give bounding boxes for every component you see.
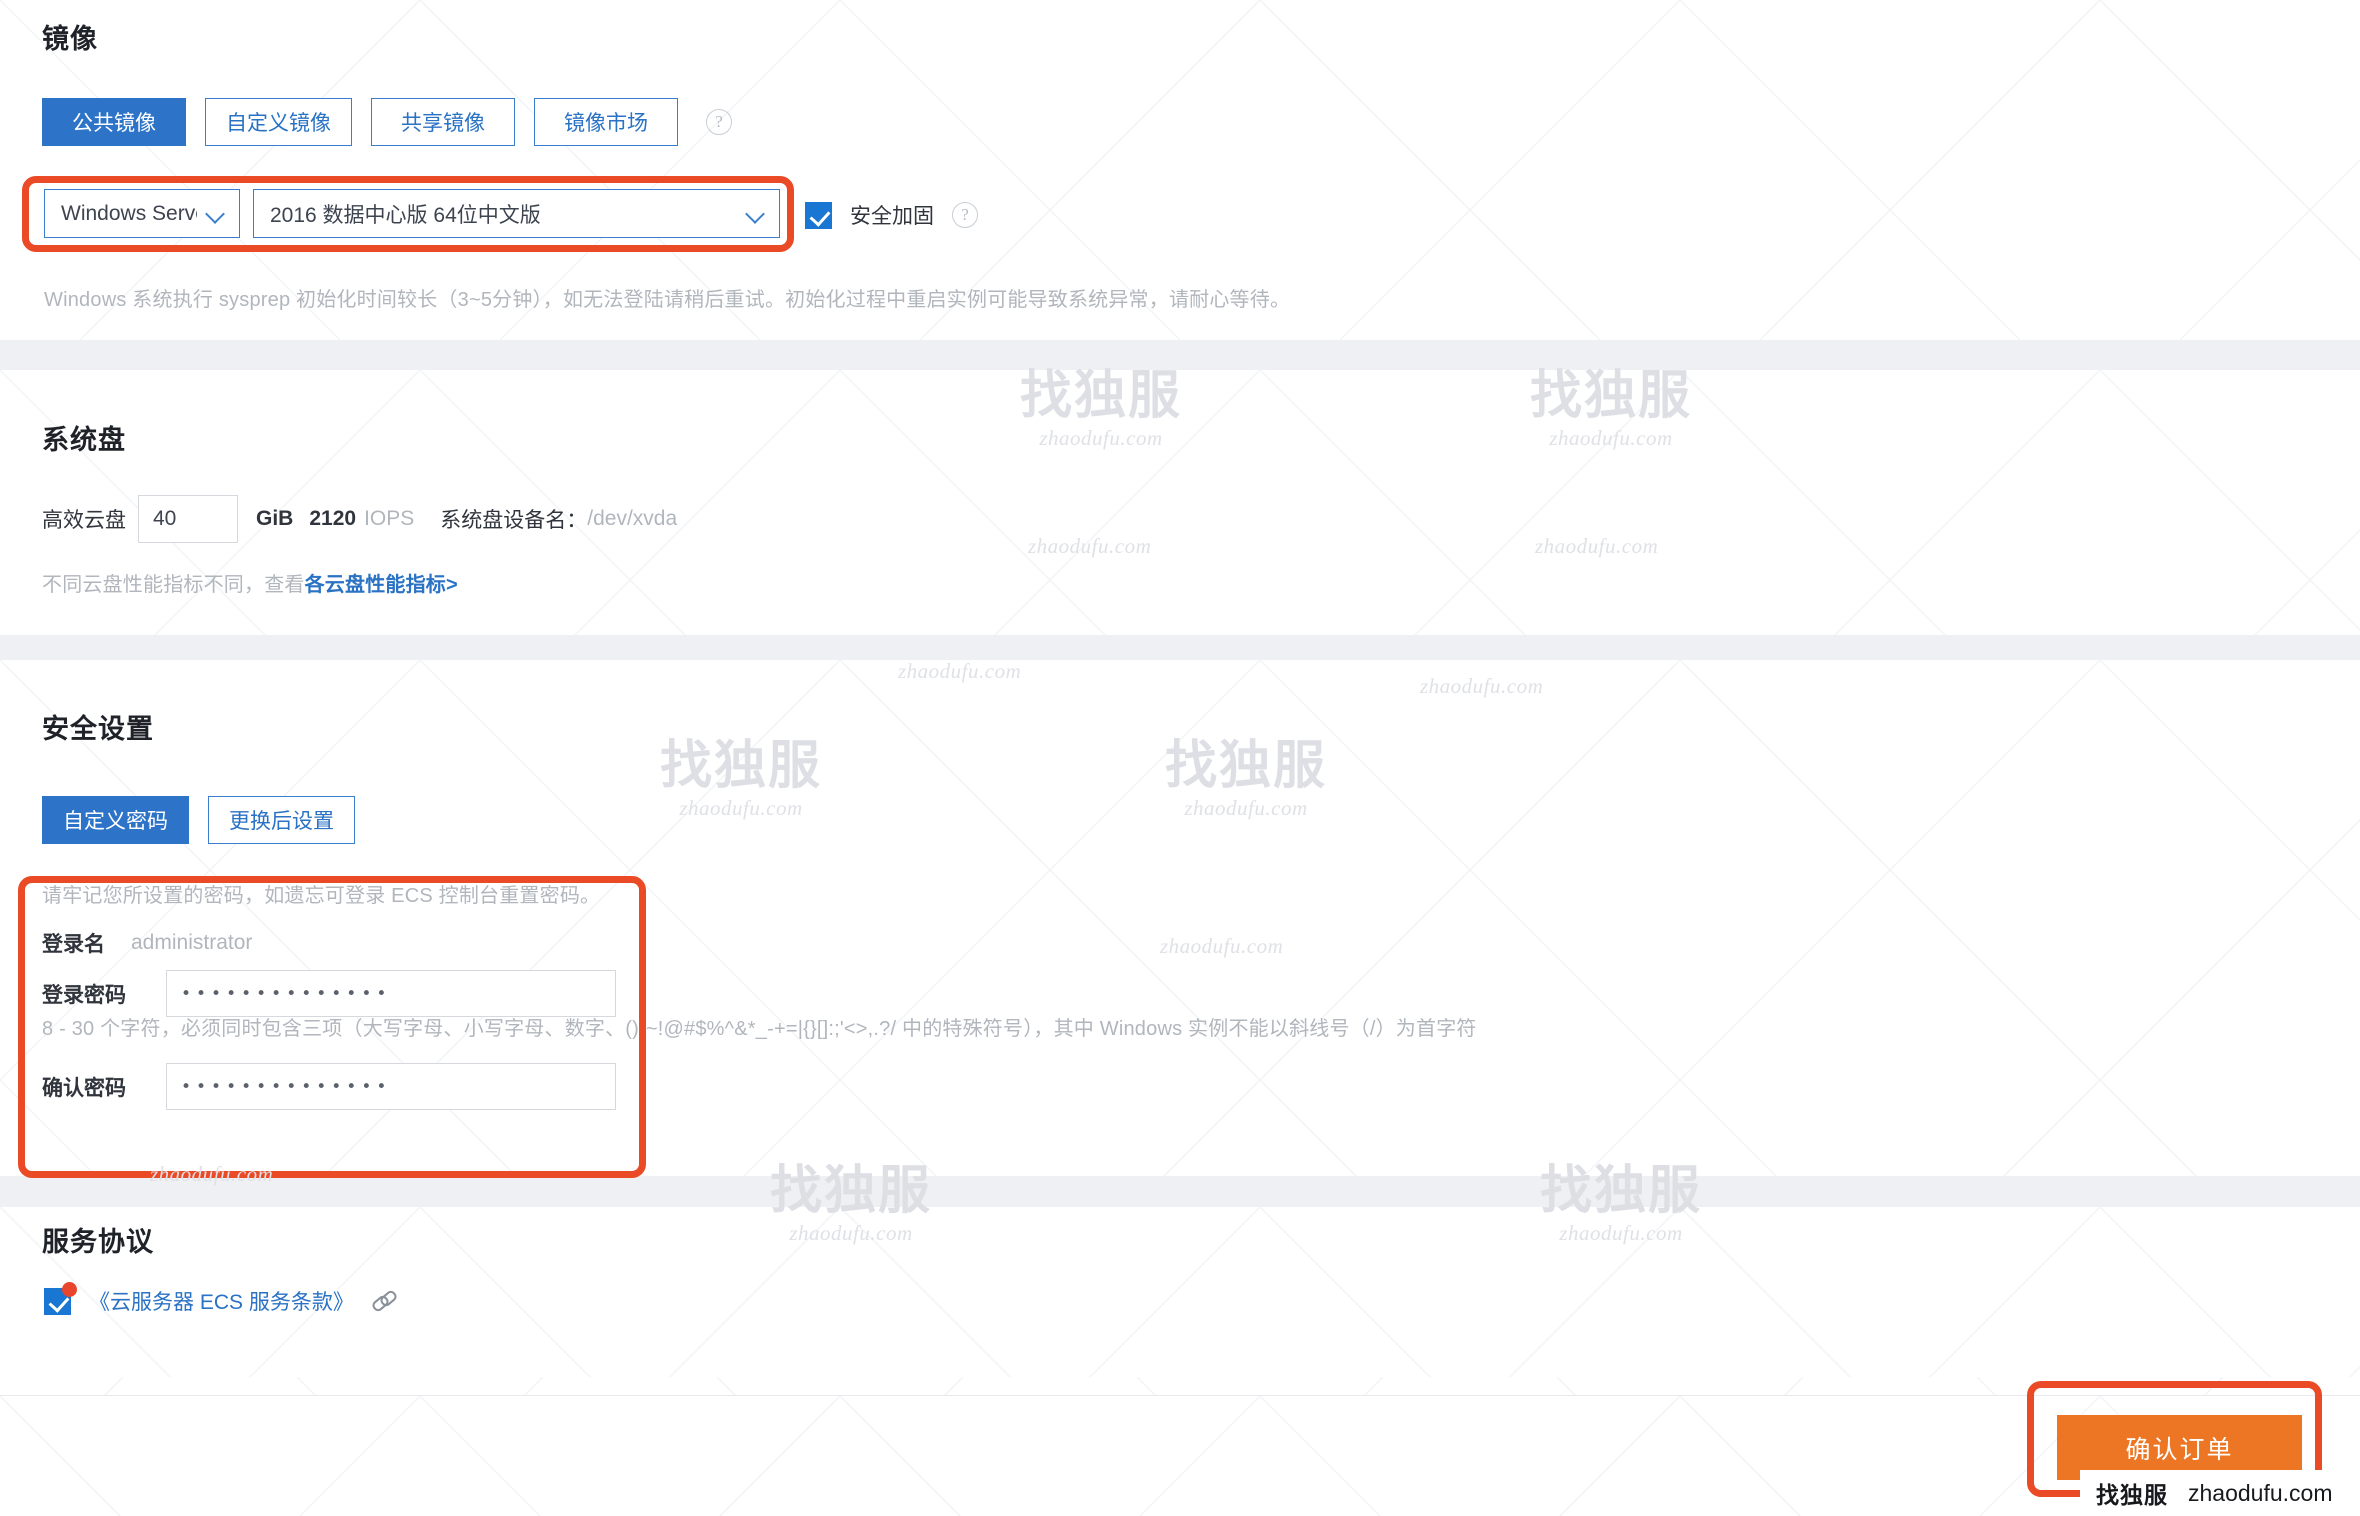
chevron-down-icon bbox=[747, 205, 765, 223]
tab-image-market[interactable]: 镜像市场 bbox=[534, 98, 678, 146]
password-label: 登录密码 bbox=[42, 983, 126, 1007]
password-hint: 8 - 30 个字符，必须同时包含三项（大写字母、小写字母、数字、()`~!@#… bbox=[42, 1018, 1477, 1040]
os-version-value: 2016 数据中心版 64位中文版 bbox=[270, 203, 541, 227]
security-hardening-help-icon[interactable]: ? bbox=[952, 202, 978, 228]
login-name-row: 登录名 administrator bbox=[42, 928, 252, 958]
confirm-password-row: 确认密码 •••••••••••••• bbox=[42, 1063, 616, 1110]
password-row: 登录密码 •••••••••••••• bbox=[42, 970, 616, 1017]
login-name-label: 登录名 bbox=[42, 933, 105, 956]
os-family-value: Windows Server bbox=[61, 201, 197, 225]
site-badge-cn: 找独服 bbox=[2096, 1483, 2168, 1509]
tab-public-image[interactable]: 公共镜像 bbox=[42, 98, 186, 146]
tab-custom-password[interactable]: 自定义密码 bbox=[42, 796, 189, 844]
disk-iops-unit: IOPS bbox=[364, 507, 415, 530]
tab-custom-image[interactable]: 自定义镜像 bbox=[205, 98, 352, 146]
footer-bar bbox=[0, 1395, 2360, 1516]
confirm-password-label: 确认密码 bbox=[42, 1076, 126, 1100]
image-help-icon[interactable]: ? bbox=[706, 109, 732, 135]
image-type-tabs: 公共镜像 自定义镜像 共享镜像 镜像市场 ? bbox=[42, 98, 732, 146]
password-value: •••••••••••••• bbox=[181, 983, 392, 1004]
password-reminder: 请牢记您所设置的密码，如遗忘可登录 ECS 控制台重置密码。 bbox=[42, 885, 601, 907]
background-pattern bbox=[0, 1396, 2360, 1516]
confirm-password-value: •••••••••••••• bbox=[181, 1076, 392, 1097]
security-settings-panel-body: 安全设置 自定义密码 更换后设置 请牢记您所设置的密码，如遗忘可登录 ECS 控… bbox=[0, 660, 2360, 1516]
disk-note-row: 不同云盘性能指标不同，查看 各云盘性能指标> bbox=[42, 568, 458, 597]
disk-device-label: 系统盘设备名： bbox=[440, 509, 588, 532]
security-hardening-checkbox[interactable] bbox=[805, 201, 832, 229]
page-root: 镜像 公共镜像 自定义镜像 共享镜像 镜像市场 ? Windows Server… bbox=[0, 0, 2360, 1516]
security-settings-title: 安全设置 bbox=[42, 714, 154, 744]
service-agreement-panel: 服务协议 《云服务器 ECS 服务条款》 bbox=[0, 1207, 2360, 1377]
system-disk-title: 系统盘 bbox=[42, 425, 126, 455]
os-family-select[interactable]: Windows Server bbox=[44, 189, 240, 238]
password-input[interactable]: •••••••••••••• bbox=[166, 970, 616, 1017]
os-version-select[interactable]: 2016 数据中心版 64位中文版 bbox=[253, 189, 780, 238]
service-agreement-title: 服务协议 bbox=[42, 1227, 154, 1257]
service-agreement-checkbox[interactable] bbox=[44, 1281, 77, 1315]
site-badge: 找独服 zhaodufu.com bbox=[2080, 1470, 2360, 1516]
login-name-value: administrator bbox=[131, 931, 253, 954]
tab-set-after-change[interactable]: 更换后设置 bbox=[208, 796, 355, 844]
site-badge-en: zhaodufu.com bbox=[2188, 1479, 2333, 1506]
link-icon[interactable] bbox=[372, 1289, 396, 1313]
tab-shared-image[interactable]: 共享镜像 bbox=[371, 98, 515, 146]
password-mode-tabs: 自定义密码 更换后设置 bbox=[42, 796, 374, 844]
chevron-down-icon bbox=[207, 205, 225, 223]
disk-size-input[interactable]: 40 bbox=[138, 495, 238, 543]
system-disk-panel: 系统盘 高效云盘 40 GiB 2120 IOPS 系统盘设备名： /dev/x… bbox=[0, 370, 2360, 635]
security-hardening-label: 安全加固 bbox=[850, 205, 934, 228]
security-hardening-row: 安全加固 ? bbox=[805, 200, 978, 230]
system-disk-row: 高效云盘 40 GiB 2120 IOPS 系统盘设备名： /dev/xvda bbox=[42, 495, 677, 543]
section-divider bbox=[0, 1176, 2360, 1207]
disk-device-value: /dev/xvda bbox=[587, 507, 678, 530]
notification-dot bbox=[62, 1281, 77, 1297]
confirm-password-input[interactable]: •••••••••••••• bbox=[166, 1063, 616, 1110]
disk-note-text: 不同云盘性能指标不同，查看 bbox=[42, 574, 305, 596]
disk-iops-value: 2120 bbox=[309, 507, 357, 530]
image-section-note: Windows 系统执行 sysprep 初始化时间较长（3~5分钟），如无法登… bbox=[44, 289, 1291, 311]
service-agreement-row: 《云服务器 ECS 服务条款》 bbox=[44, 1281, 396, 1316]
image-section-title: 镜像 bbox=[42, 24, 98, 54]
disk-size-unit: GiB bbox=[256, 507, 294, 530]
image-section-panel: 镜像 公共镜像 自定义镜像 共享镜像 镜像市场 ? Windows Server… bbox=[0, 0, 2360, 340]
disk-type-label: 高效云盘 bbox=[42, 509, 126, 532]
disk-metrics-link[interactable]: 各云盘性能指标> bbox=[305, 568, 458, 597]
service-agreement-link[interactable]: 《云服务器 ECS 服务条款》 bbox=[89, 1286, 354, 1316]
